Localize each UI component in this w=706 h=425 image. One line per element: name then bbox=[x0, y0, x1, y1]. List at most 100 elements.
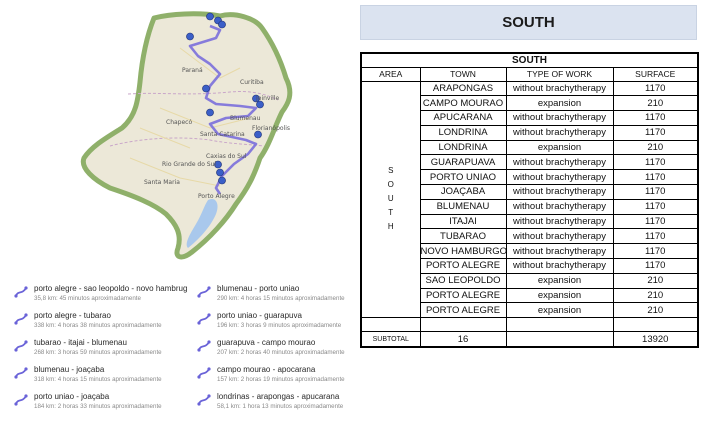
marker-pin[interactable] bbox=[206, 12, 214, 21]
route-name[interactable]: blumenau - porto uniao bbox=[217, 284, 299, 293]
route-item[interactable]: campo mourao - apocarana 157 km: 2 horas… bbox=[197, 365, 372, 389]
work-cell[interactable]: expansion bbox=[505, 302, 614, 319]
marker-pin[interactable] bbox=[202, 84, 210, 93]
blank-cell[interactable] bbox=[505, 317, 614, 333]
town-cell[interactable]: GUARAPUAVA bbox=[419, 154, 507, 171]
route-item[interactable]: porto uniao - guarapuva 196 km: 3 horas … bbox=[197, 311, 372, 335]
work-cell[interactable]: expansion bbox=[505, 95, 614, 112]
marker-pin[interactable] bbox=[218, 20, 226, 29]
marker-pin[interactable] bbox=[216, 168, 224, 177]
work-cell[interactable]: expansion bbox=[505, 272, 614, 289]
route-name[interactable]: porto uniao - joaçaba bbox=[34, 392, 109, 401]
surface-cell[interactable]: 210 bbox=[612, 302, 699, 319]
work-cell[interactable]: without brachytherapy bbox=[505, 154, 614, 171]
route-name[interactable]: tubarao - itajai - blumenau bbox=[34, 338, 127, 347]
work-cell[interactable]: without brachytherapy bbox=[505, 243, 614, 260]
work-cell[interactable]: without brachytherapy bbox=[505, 213, 614, 230]
blank-cell[interactable] bbox=[419, 317, 507, 333]
town-cell[interactable]: PORTO ALEGRE bbox=[419, 258, 507, 274]
work-cell[interactable]: expansion bbox=[505, 139, 614, 156]
subtotal-surface[interactable]: 13920 bbox=[612, 331, 699, 348]
surface-cell[interactable]: 1170 bbox=[612, 110, 699, 126]
subtotal-empty[interactable] bbox=[505, 331, 614, 348]
route-name[interactable]: blumenau - joaçaba bbox=[34, 365, 104, 374]
route-detail: 58,1 km: 1 hora 13 minutos aproximadamen… bbox=[217, 403, 344, 410]
subtotal-label[interactable]: SUBTOTAL bbox=[360, 331, 421, 348]
surface-cell[interactable]: 1170 bbox=[612, 154, 699, 171]
route-item[interactable]: blumenau - joaçaba 318 km: 4 horas 15 mi… bbox=[14, 365, 189, 389]
town-cell[interactable]: PORTO UNIAO bbox=[419, 169, 507, 186]
work-cell[interactable]: without brachytherapy bbox=[505, 124, 614, 141]
route-map[interactable]: Paraná Curitiba Chapecó Santa Catarina B… bbox=[70, 8, 352, 270]
town-cell[interactable]: PORTO ALEGRE bbox=[419, 302, 507, 319]
surface-cell[interactable]: 210 bbox=[612, 139, 699, 156]
work-cell[interactable]: without brachytherapy bbox=[505, 184, 614, 200]
routes-list: porto alegre - sao leopoldo - novo hambr… bbox=[14, 284, 354, 420]
work-cell[interactable]: without brachytherapy bbox=[505, 80, 614, 97]
route-item[interactable]: blumenau - porto uniao 290 km: 4 horas 1… bbox=[197, 284, 372, 308]
town-cell[interactable]: ITAJAI bbox=[419, 213, 507, 230]
marker-pin[interactable] bbox=[256, 100, 264, 109]
route-item[interactable]: londrinas - arapongas - apucarana 58,1 k… bbox=[197, 392, 372, 416]
town-cell[interactable]: LONDRINA bbox=[419, 124, 507, 141]
route-item[interactable]: porto alegre - sao leopoldo - novo hambr… bbox=[14, 284, 189, 308]
marker-pin[interactable] bbox=[206, 108, 214, 117]
route-name[interactable]: porto uniao - guarapuva bbox=[217, 311, 302, 320]
subtotal-row[interactable]: SUBTOTAL 16 13920 bbox=[360, 331, 699, 348]
route-item[interactable]: guarapuva - campo mourao 207 km: 2 horas… bbox=[197, 338, 372, 362]
surface-cell[interactable]: 210 bbox=[612, 287, 699, 304]
blank-row bbox=[360, 317, 699, 333]
work-cell[interactable]: without brachytherapy bbox=[505, 198, 614, 215]
surface-cell[interactable]: 1170 bbox=[612, 184, 699, 200]
work-cell[interactable]: without brachytherapy bbox=[505, 110, 614, 126]
marker-pin[interactable] bbox=[186, 32, 194, 41]
town-cell[interactable]: ARAPONGAS bbox=[419, 80, 507, 97]
column-header-area: AREA bbox=[360, 66, 421, 82]
surface-cell[interactable]: 1170 bbox=[612, 243, 699, 260]
route-item[interactable]: tubarao - itajai - blumenau 268 km: 3 ho… bbox=[14, 338, 189, 362]
route-name[interactable]: porto alegre - sao leopoldo - novo hambr… bbox=[34, 284, 187, 293]
map-label-rio-grande-do-sul: Rio Grande do Sul bbox=[162, 161, 216, 168]
surface-cell[interactable]: 1170 bbox=[612, 80, 699, 97]
subtotal-count[interactable]: 16 bbox=[419, 331, 507, 348]
route-name[interactable]: guarapuva - campo mourao bbox=[217, 338, 315, 347]
town-cell[interactable]: JOAÇABA bbox=[419, 184, 507, 200]
blank-cell[interactable] bbox=[612, 317, 699, 333]
surface-cell[interactable]: 1170 bbox=[612, 124, 699, 141]
column-header-type-of-work: TYPE OF WORK bbox=[505, 66, 614, 82]
work-cell[interactable]: expansion bbox=[505, 287, 614, 304]
town-cell[interactable]: NOVO HAMBURGO bbox=[419, 243, 507, 260]
table-row[interactable]: S O U T H ARAPONGAS without brachytherap… bbox=[360, 80, 699, 319]
blank-cell[interactable] bbox=[360, 317, 421, 333]
data-table: SOUTH AREA TOWN TYPE OF WORK SURFACE S O… bbox=[360, 52, 699, 348]
map-canvas[interactable]: Paraná Curitiba Chapecó Santa Catarina B… bbox=[70, 8, 352, 270]
route-detail: 207 km: 2 horas 40 minutos aproximadamen… bbox=[217, 349, 345, 356]
route-name[interactable]: campo mourao - apocarana bbox=[217, 365, 315, 374]
marker-pin[interactable] bbox=[254, 130, 262, 139]
route-item[interactable]: porto uniao - joaçaba 184 km: 2 horas 33… bbox=[14, 392, 189, 416]
surface-cell[interactable]: 210 bbox=[612, 272, 699, 289]
work-cell[interactable]: without brachytherapy bbox=[505, 258, 614, 274]
town-cell[interactable]: SAO LEOPOLDO bbox=[419, 272, 507, 289]
route-icon bbox=[14, 313, 28, 325]
town-cell[interactable]: CAMPO MOURAO bbox=[419, 95, 507, 112]
town-cell[interactable]: LONDRINA bbox=[419, 139, 507, 156]
work-cell[interactable]: without brachytherapy bbox=[505, 228, 614, 245]
surface-cell[interactable]: 1170 bbox=[612, 198, 699, 215]
map-label-curitiba: Curitiba bbox=[240, 79, 264, 86]
town-cell[interactable]: APUCARANA bbox=[419, 110, 507, 126]
route-item[interactable]: porto alegre - tubarao 338 km: 4 horas 3… bbox=[14, 311, 189, 335]
town-cell[interactable]: TUBARAO bbox=[419, 228, 507, 245]
surface-cell[interactable]: 1170 bbox=[612, 258, 699, 274]
town-cell[interactable]: PORTO ALEGRE bbox=[419, 287, 507, 304]
work-cell[interactable]: without brachytherapy bbox=[505, 169, 614, 186]
route-name[interactable]: porto alegre - tubarao bbox=[34, 311, 111, 320]
surface-cell[interactable]: 1170 bbox=[612, 228, 699, 245]
area-cell[interactable]: S O U T H bbox=[360, 80, 421, 319]
town-cell[interactable]: BLUMENAU bbox=[419, 198, 507, 215]
surface-cell[interactable]: 210 bbox=[612, 95, 699, 112]
surface-cell[interactable]: 1170 bbox=[612, 213, 699, 230]
route-name[interactable]: londrinas - arapongas - apucarana bbox=[217, 392, 339, 401]
surface-cell[interactable]: 1170 bbox=[612, 169, 699, 186]
marker-pin[interactable] bbox=[218, 176, 226, 185]
